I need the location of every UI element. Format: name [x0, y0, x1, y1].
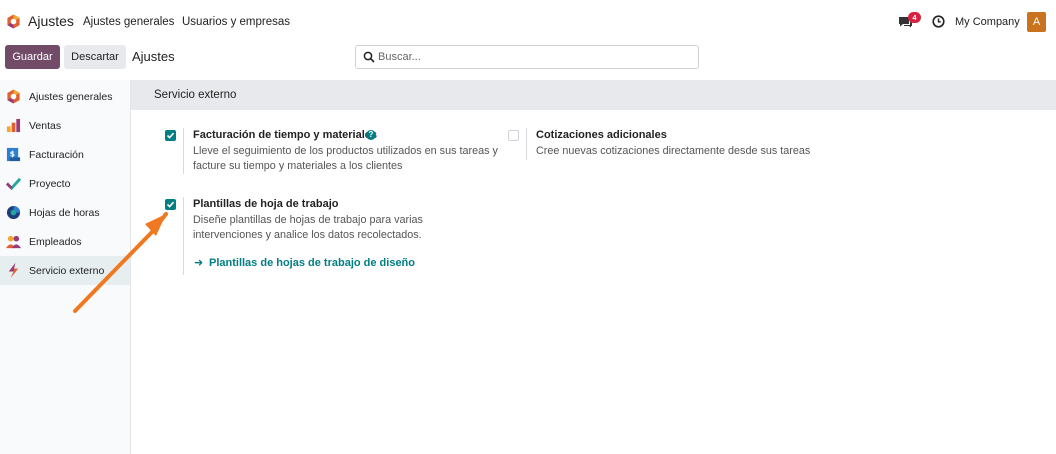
arrow-right-icon: ➜: [194, 257, 204, 269]
setting-desc-additional-quotations: Cree nuevas cotizaciones directamente de…: [536, 145, 811, 157]
section-header: Servicio externo: [131, 80, 1056, 110]
sidebar-item-label: Empleados: [29, 236, 82, 248]
breadcrumb: Ajustes: [132, 49, 175, 64]
odoo-logo-icon: [7, 89, 20, 104]
sidebar-item-label: Ventas: [29, 120, 62, 132]
field-service-icon: [8, 263, 19, 278]
user-avatar[interactable]: A: [1027, 12, 1046, 32]
svg-text:$: $: [10, 149, 15, 158]
sidebar-item-hojas-de-horas[interactable]: Hojas de horas: [0, 198, 130, 227]
employees-icon: [6, 235, 21, 249]
sidebar-item-empleados[interactable]: Empleados: [0, 227, 130, 256]
section-title: Servicio externo: [154, 89, 237, 101]
menu-ajustes-generales[interactable]: Ajustes generales: [83, 16, 174, 28]
search-box[interactable]: [355, 45, 699, 69]
timesheet-icon: [6, 205, 21, 220]
sidebar-item-proyecto[interactable]: Proyecto: [0, 169, 130, 198]
sales-chart-icon: [6, 118, 21, 133]
setting-desc-worksheet-templates: Diseñe plantillas de hojas de trabajo pa…: [193, 214, 423, 241]
menu-usuarios-empresas[interactable]: Usuarios y empresas: [182, 16, 290, 28]
sidebar-item-ajustes-generales[interactable]: Ajustes generales: [0, 82, 130, 111]
setting-divider: [183, 197, 184, 275]
sidebar-item-label: Hojas de horas: [29, 207, 100, 219]
app-title[interactable]: Ajustes: [28, 13, 74, 29]
project-check-icon: [6, 177, 21, 191]
search-input[interactable]: [378, 48, 688, 66]
sidebar-item-label: Ajustes generales: [29, 91, 113, 103]
time-materials-checkbox[interactable]: [165, 130, 176, 141]
sidebar-item-facturacion[interactable]: $ Facturación: [0, 140, 130, 169]
setting-title-worksheet-templates: Plantillas de hoja de trabajo: [193, 198, 339, 210]
sidebar-item-label: Servicio externo: [29, 265, 105, 277]
setting-divider: [183, 128, 184, 174]
additional-quotations-checkbox[interactable]: [508, 130, 519, 141]
setting-title-time-materials: Facturación de tiempo y materiales: [193, 129, 378, 141]
odoo-app-icon[interactable]: [6, 14, 21, 29]
save-button[interactable]: Guardar: [5, 45, 60, 69]
discard-button[interactable]: Descartar: [64, 45, 126, 69]
sidebar-item-ventas[interactable]: Ventas: [0, 111, 130, 140]
clock-icon[interactable]: [932, 15, 945, 28]
chat-count-badge: 4: [908, 12, 921, 23]
worksheet-templates-checkbox[interactable]: [165, 199, 176, 210]
sidebar-item-servicio-externo[interactable]: Servicio externo: [0, 256, 130, 285]
top-navbar: Ajustes Ajustes generales Usuarios y emp…: [0, 0, 1056, 43]
setting-desc-time-materials: Lleve el seguimiento de los productos ut…: [193, 145, 498, 172]
sidebar-item-label: Facturación: [29, 149, 84, 161]
sidebar-item-label: Proyecto: [29, 178, 71, 190]
settings-sidebar: Ajustes generales Ventas $ Facturación P…: [0, 80, 131, 454]
search-icon: [363, 51, 375, 63]
setting-divider: [526, 128, 527, 160]
invoicing-icon: $: [6, 147, 21, 162]
help-icon[interactable]: ?: [366, 130, 376, 140]
company-switcher[interactable]: My Company: [955, 16, 1020, 28]
design-worksheet-templates-link[interactable]: Plantillas de hojas de trabajo de diseño: [209, 257, 415, 269]
setting-title-additional-quotations: Cotizaciones adicionales: [536, 129, 667, 141]
